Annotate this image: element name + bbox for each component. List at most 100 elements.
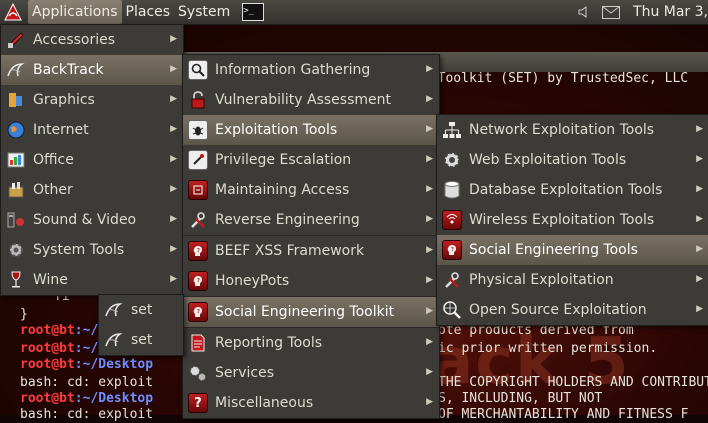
- menu-item-label: Social Engineering Tools: [469, 242, 638, 258]
- applications-menu[interactable]: Applications: [28, 0, 122, 24]
- head-icon: ?: [187, 270, 209, 292]
- places-menu[interactable]: Places: [122, 0, 175, 24]
- menu-item-label: System Tools: [33, 242, 125, 258]
- magnifier-icon: [187, 59, 209, 81]
- menu-item-backtrack[interactable]: BackTrack ▶: [1, 55, 183, 85]
- menu-item-vulnerability-assessment[interactable]: Vulnerability Assessment ▶: [183, 85, 439, 115]
- terminal-launcher-icon[interactable]: >_: [242, 3, 265, 21]
- submenu-arrow-icon: ▶: [696, 214, 703, 224]
- menu-item-reverse-engineering[interactable]: Reverse Engineering ▶: [183, 205, 439, 235]
- menu-item-label: Internet: [33, 122, 89, 138]
- menu-item-office[interactable]: Office ▶: [1, 145, 183, 175]
- exploitation-tools-submenu: Network Exploitation Tools ▶ Web Exploitat…: [436, 114, 708, 326]
- office-icon: [5, 149, 27, 171]
- top-panel: Applications Places System >_ Thu Mar 3,: [0, 0, 708, 25]
- menu-item-reporting-tools[interactable]: Reporting Tools ▶: [183, 328, 439, 358]
- terminal-line: ic prior written permission.: [438, 341, 658, 356]
- menu-item-maintaining-access[interactable]: Maintaining Access ▶: [183, 175, 439, 205]
- menu-item-label: Exploitation Tools: [215, 122, 338, 138]
- menu-item-graphics[interactable]: Graphics ▶: [1, 85, 183, 115]
- menu-item-set[interactable]: set: [99, 295, 183, 325]
- accessories-icon: [5, 29, 27, 51]
- menu-item-miscellaneous[interactable]: ? Miscellaneous ▶: [183, 388, 439, 418]
- menu-item-wine[interactable]: Wine ▶: [1, 265, 183, 295]
- menu-item-label: Services: [215, 365, 275, 381]
- prompt-path: :~/: [74, 341, 99, 356]
- prompt-user: root@bt: [20, 391, 75, 406]
- prompt-user: root@bt: [20, 357, 75, 372]
- terminal-line: ote products derived from: [438, 323, 634, 338]
- menu-item-label: set: [131, 332, 153, 348]
- menu-item-label: BEEF XSS Framework: [215, 243, 365, 259]
- menu-item-label: Reporting Tools: [215, 335, 322, 351]
- terminal-line: root@bt:~/: [20, 323, 98, 339]
- terminal-line: OF MERCHANTABILITY AND FITNESS F: [438, 407, 689, 422]
- submenu-arrow-icon: ▶: [170, 274, 177, 284]
- menu-item-social-engineering-tools[interactable]: ? Social Engineering Tools ▶: [437, 235, 708, 265]
- svg-text:?: ?: [197, 278, 200, 284]
- submenu-arrow-icon: ▶: [170, 124, 177, 134]
- menu-item-beef-xss-framework[interactable]: ? BEEF XSS Framework ▶: [183, 236, 439, 266]
- menu-item-network-exploitation-tools[interactable]: Network Exploitation Tools ▶: [437, 115, 708, 145]
- menu-item-label: Miscellaneous: [215, 395, 314, 411]
- internet-globe-icon: [5, 119, 27, 141]
- head-icon: ?: [441, 239, 463, 261]
- menu-item-physical-exploitation[interactable]: Physical Exploitation ▶: [437, 265, 708, 295]
- prompt-path: :~/Desktop: [74, 357, 154, 372]
- menu-item-set[interactable]: set: [99, 325, 183, 355]
- tools-icon: [187, 209, 209, 231]
- submenu-arrow-icon: ▶: [426, 184, 433, 194]
- menu-item-privilege-escalation[interactable]: Privilege Escalation ▶: [183, 145, 439, 175]
- menu-item-label: HoneyPots: [215, 273, 290, 289]
- svg-text:?: ?: [197, 309, 200, 315]
- clock[interactable]: Thu Mar 3,: [633, 4, 708, 20]
- graphics-icon: [5, 89, 27, 111]
- menu-item-exploitation-tools[interactable]: Exploitation Tools ▶: [183, 115, 439, 145]
- svg-text:?: ?: [451, 247, 454, 253]
- network-icon: [441, 119, 463, 141]
- menu-item-label: Vulnerability Assessment: [215, 92, 391, 108]
- volume-icon[interactable]: [573, 5, 597, 19]
- mail-icon[interactable]: [597, 5, 625, 19]
- padlock-icon: [187, 89, 209, 111]
- backtrack-dragon-icon: [103, 299, 125, 321]
- menu-item-label: Physical Exploitation: [469, 272, 614, 288]
- menu-item-system-tools[interactable]: System Tools ▶: [1, 235, 183, 265]
- head-icon: ?: [187, 301, 209, 323]
- system-tools-gear-icon: [5, 239, 27, 261]
- menu-item-accessories[interactable]: Accessories ▶: [1, 25, 183, 55]
- menu-item-open-source-exploitation[interactable]: Open Source Exploitation ▶: [437, 295, 708, 325]
- prompt-user: root@bt: [20, 341, 75, 356]
- menu-item-label: Social Engineering Toolkit: [215, 304, 395, 320]
- menu-item-label: Network Exploitation Tools: [469, 122, 655, 138]
- submenu-arrow-icon: ▶: [426, 124, 433, 134]
- submenu-arrow-icon: ▶: [170, 94, 177, 104]
- gears-icon: [187, 362, 209, 384]
- menu-item-information-gathering[interactable]: Information Gathering ▶: [183, 55, 439, 85]
- terminal-line: THE COPYRIGHT HOLDERS AND CONTRIBUTORS: [438, 375, 708, 390]
- menu-item-wireless-exploitation-tools[interactable]: Wireless Exploitation Tools ▶: [437, 205, 708, 235]
- menu-item-label: Accessories: [33, 32, 116, 48]
- maintaining-access-icon: [187, 179, 209, 201]
- backtrack-logo-icon[interactable]: [2, 1, 24, 23]
- submenu-arrow-icon: ▶: [426, 337, 433, 347]
- menu-item-honeypots[interactable]: ? HoneyPots ▶: [183, 266, 439, 296]
- submenu-arrow-icon: ▶: [426, 306, 433, 316]
- menu-item-sound-and-video[interactable]: Sound & Video ▶: [1, 205, 183, 235]
- menu-item-social-engineering-toolkit[interactable]: ? Social Engineering Toolkit ▶: [183, 297, 439, 327]
- menu-item-other[interactable]: Other ▶: [1, 175, 183, 205]
- submenu-arrow-icon: ▶: [426, 214, 433, 224]
- menu-item-label: Reverse Engineering: [215, 212, 360, 228]
- terminal-line: r Toolkit (SET) by TrustedSec, LLC: [422, 71, 689, 86]
- menu-item-database-exploitation-tools[interactable]: Database Exploitation Tools ▶: [437, 175, 708, 205]
- menu-item-web-exploitation-tools[interactable]: Web Exploitation Tools ▶: [437, 145, 708, 175]
- wine-glass-icon: [5, 269, 27, 291]
- menu-item-services[interactable]: Services ▶: [183, 358, 439, 388]
- submenu-arrow-icon: ▶: [170, 214, 177, 224]
- menu-item-label: Wireless Exploitation Tools: [469, 212, 655, 228]
- menu-item-label: set: [131, 302, 153, 318]
- system-menu[interactable]: System: [174, 0, 234, 24]
- menu-item-label: Sound & Video: [33, 212, 137, 228]
- menu-item-label: Open Source Exploitation: [469, 302, 647, 318]
- menu-item-internet[interactable]: Internet ▶: [1, 115, 183, 145]
